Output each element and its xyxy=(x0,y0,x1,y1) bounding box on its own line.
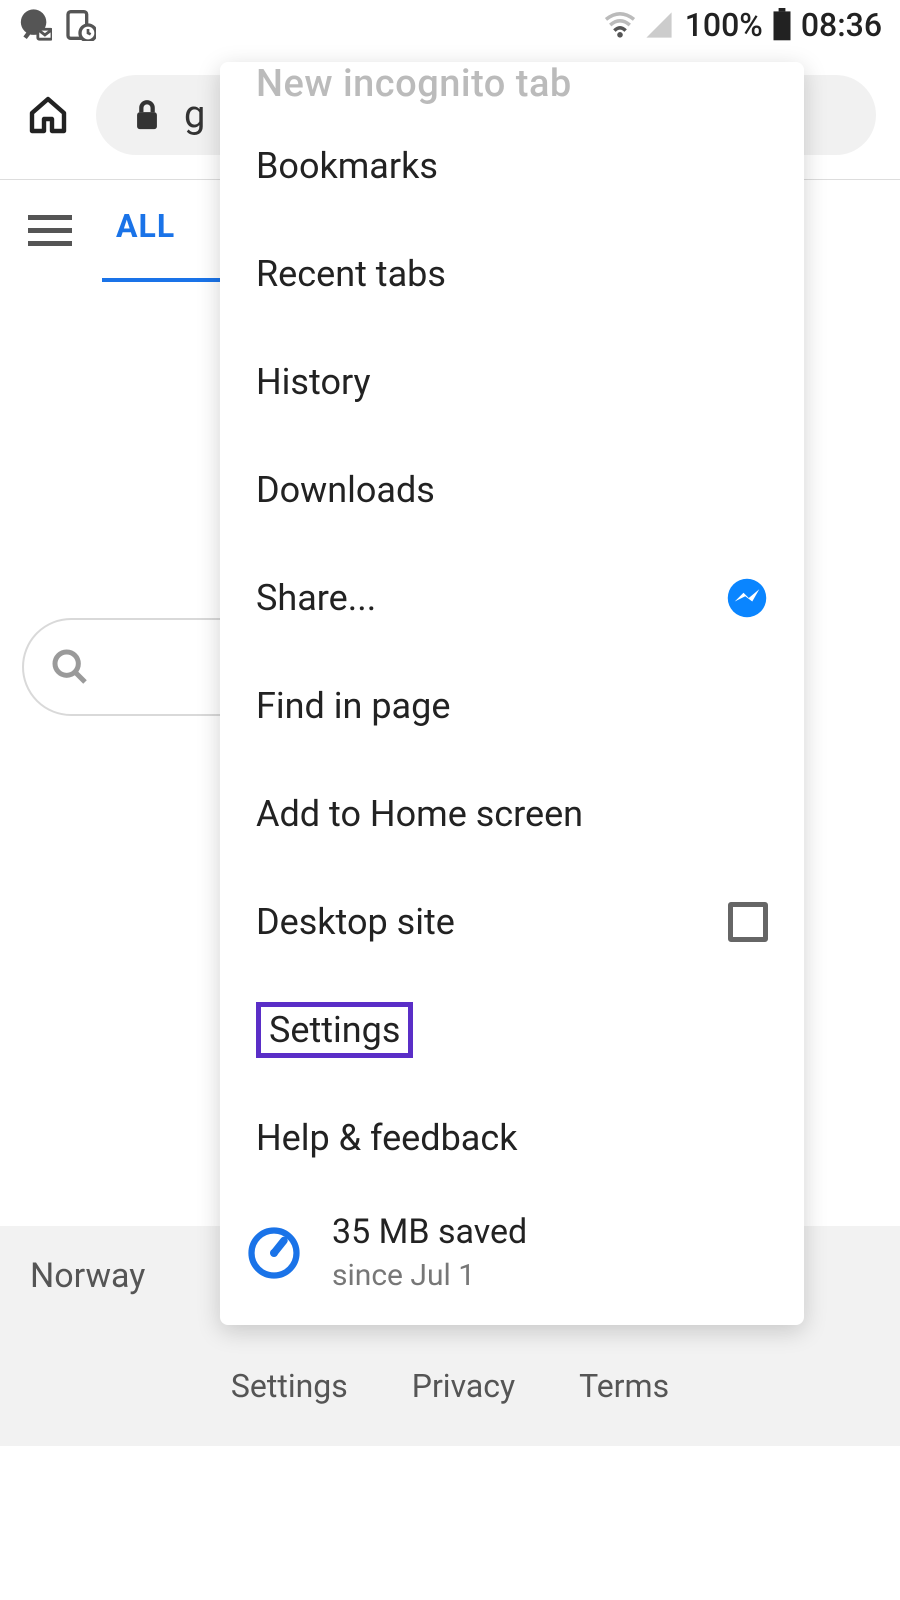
tab-all[interactable]: ALL xyxy=(116,207,175,253)
lock-icon xyxy=(132,98,162,132)
status-right: 100% 08:36 xyxy=(603,6,882,44)
menu-item-new-incognito[interactable]: New incognito tab xyxy=(220,62,804,112)
search-icon xyxy=(50,647,90,687)
menu-item-settings[interactable]: Settings xyxy=(220,976,804,1084)
messenger-icon xyxy=(726,577,768,619)
battery-icon xyxy=(771,8,793,42)
url-text: g xyxy=(184,93,205,137)
menu-item-bookmarks[interactable]: Bookmarks xyxy=(220,112,804,220)
menu-item-recent-tabs[interactable]: Recent tabs xyxy=(220,220,804,328)
wifi-icon xyxy=(603,11,637,39)
menu-item-find-in-page[interactable]: Find in page xyxy=(220,652,804,760)
data-saver-subtitle: since Jul 1 xyxy=(332,1258,527,1293)
menu-item-downloads[interactable]: Downloads xyxy=(220,436,804,544)
footer-terms[interactable]: Terms xyxy=(579,1367,669,1405)
messenger-notification-icon xyxy=(18,8,52,42)
overflow-menu: New incognito tab Bookmarks Recent tabs … xyxy=(220,62,804,1325)
menu-item-history[interactable]: History xyxy=(220,328,804,436)
data-saver-title: 35 MB saved xyxy=(332,1212,527,1252)
menu-item-share[interactable]: Share... xyxy=(220,544,804,652)
footer-privacy[interactable]: Privacy xyxy=(412,1367,515,1405)
tab-underline xyxy=(102,278,232,282)
desktop-site-checkbox[interactable] xyxy=(728,902,768,942)
menu-item-data-saver[interactable]: 35 MB saved since Jul 1 xyxy=(220,1192,804,1313)
region-label: Norway xyxy=(30,1256,145,1296)
settings-highlight: Settings xyxy=(256,1002,413,1058)
speedometer-icon xyxy=(244,1223,304,1283)
hamburger-icon[interactable] xyxy=(28,215,72,246)
footer-settings[interactable]: Settings xyxy=(231,1367,348,1405)
battery-percent: 100% xyxy=(685,6,763,44)
status-bar: 100% 08:36 xyxy=(0,0,900,50)
menu-item-desktop-site[interactable]: Desktop site xyxy=(220,868,804,976)
footer-links: Settings Privacy Terms xyxy=(0,1326,900,1446)
home-icon[interactable] xyxy=(24,91,72,139)
app-timer-icon xyxy=(64,9,96,41)
signal-icon xyxy=(645,11,673,39)
clock-time: 08:36 xyxy=(801,6,882,44)
menu-item-add-to-home[interactable]: Add to Home screen xyxy=(220,760,804,868)
menu-item-help-feedback[interactable]: Help & feedback xyxy=(220,1084,804,1192)
status-left-icons xyxy=(18,8,96,42)
